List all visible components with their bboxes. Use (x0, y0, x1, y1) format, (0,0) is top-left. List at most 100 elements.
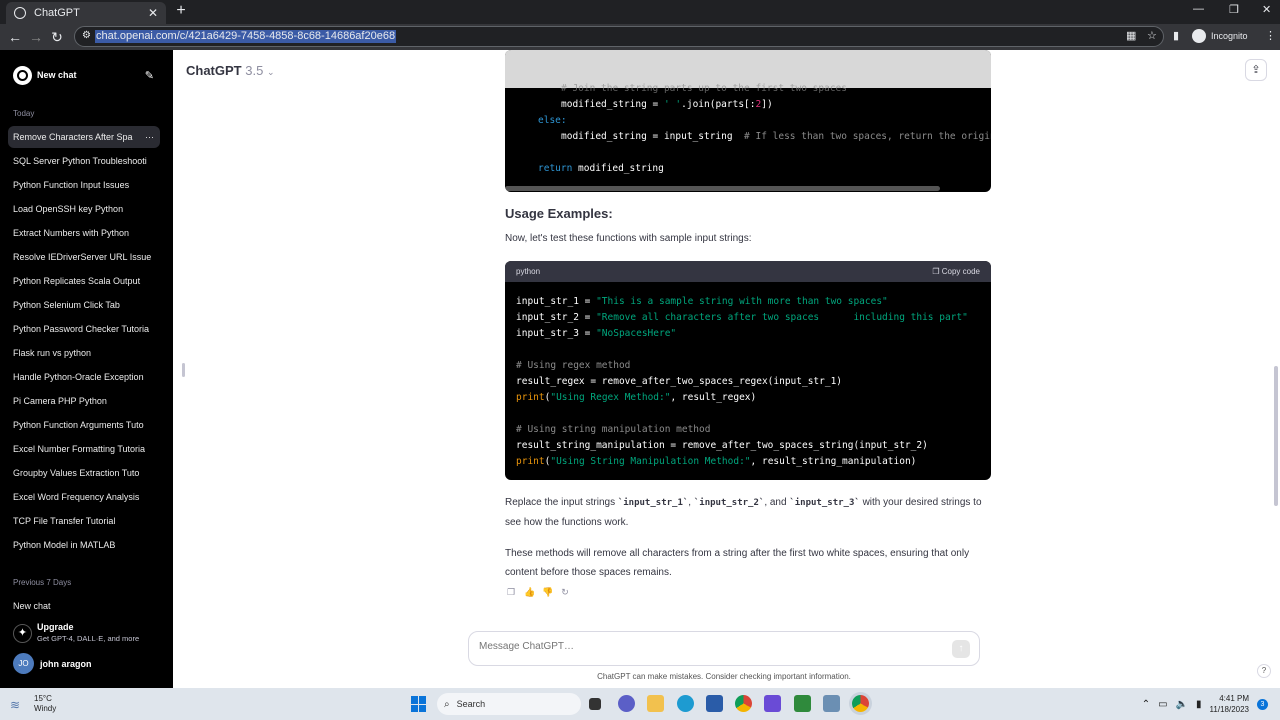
chatgpt-favicon-icon (14, 7, 26, 19)
sidebar-chat-item[interactable]: Python Selenium Click Tab (8, 294, 160, 316)
code-line: input_str_2 = "Remove all characters aft… (516, 312, 968, 323)
browser-menu-icon[interactable]: ⋮ (1265, 29, 1276, 42)
side-panel-icon[interactable]: ▮ (1173, 29, 1179, 42)
code-line: modified_string = input_string # If less… (561, 131, 991, 142)
thumbs-down-icon[interactable]: 👎 (542, 587, 553, 598)
app-icon[interactable] (794, 695, 811, 712)
paragraph: These methods will remove all characters… (505, 548, 970, 578)
reload-icon[interactable]: ↻ (48, 28, 66, 46)
code-line: print("Using Regex Method:", result_rege… (516, 392, 757, 403)
sidebar-chat-item[interactable]: Flask run vs python (8, 342, 160, 364)
code-line: else: (538, 115, 567, 126)
more-options-icon[interactable]: ··· (141, 126, 154, 148)
upgrade-title: Upgrade (37, 622, 74, 632)
bookmark-star-icon[interactable]: ☆ (1147, 29, 1157, 42)
message-input[interactable] (479, 641, 919, 652)
incognito-icon (1192, 29, 1206, 43)
windows-taskbar: ≋ 15°C Windy ⌕ Search ⌃ ▭ 🔈 ▮ 4:41 PM 11/1… (0, 688, 1280, 720)
clock[interactable]: 4:41 PM 11/18/2023 (1210, 693, 1249, 715)
regenerate-icon[interactable]: ↻ (560, 587, 570, 598)
send-button[interactable]: ↑ (952, 640, 970, 658)
address-bar[interactable]: ⚙ chat.openai.com/c/421a6429-7458-4858-8… (74, 26, 1164, 47)
model-selector[interactable]: ChatGPT 3.5 ⌄ (186, 63, 275, 78)
copy-icon[interactable]: ❐ (506, 587, 516, 598)
browser-tab-strip: ChatGPT ✕ + — ❐ ✕ (0, 0, 1280, 24)
sidebar-chat-item[interactable]: Groupby Values Extraction Tuto (8, 462, 160, 484)
chat-app-icon[interactable] (618, 695, 635, 712)
sidebar-chat-item[interactable]: Extract Numbers with Python (8, 222, 160, 244)
code-line: result_regex = remove_after_two_spaces_r… (516, 376, 843, 387)
sidebar-chat-item[interactable]: Python Function Input Issues (8, 174, 160, 196)
code-line: input_str_1 = "This is a sample string w… (516, 296, 888, 307)
help-button[interactable]: ? (1257, 664, 1271, 678)
new-chat-label: New chat (37, 70, 77, 80)
sidebar-chat-item[interactable]: New chat (8, 595, 160, 617)
page-scrollbar[interactable] (1274, 366, 1278, 506)
message-actions: ❐ 👍 👎 ↻ (506, 587, 578, 598)
system-tray: ⌃ ▭ 🔈 ▮ 4:41 PM 11/18/2023 3 (1142, 693, 1268, 715)
app-icon[interactable] (823, 695, 840, 712)
browser-tab[interactable]: ChatGPT ✕ (6, 2, 166, 24)
sidebar-chat-item[interactable]: Python Password Checker Tutoria (8, 318, 160, 340)
sidebar-chat-item[interactable]: Python Model in MATLAB (8, 534, 160, 556)
task-view-icon[interactable] (589, 698, 601, 710)
sparkle-icon: ✦ (13, 624, 32, 643)
new-tab-button[interactable]: + (172, 2, 190, 20)
notification-badge[interactable]: 3 (1257, 698, 1268, 710)
group-label-today: Today (13, 109, 35, 118)
chevron-up-icon[interactable]: ⌃ (1142, 699, 1150, 710)
restore-icon[interactable]: ❐ (1229, 3, 1239, 16)
user-menu[interactable]: JO john aragon (13, 653, 92, 674)
sidebar-chat-item[interactable]: TCP File Transfer Tutorial (8, 510, 160, 532)
sidebar-chat-item[interactable]: Load OpenSSH key Python (8, 198, 160, 220)
sidebar-chat-item[interactable]: Python Replicates Scala Output (8, 270, 160, 292)
sidebar-toggle-handle[interactable] (182, 363, 185, 377)
chrome-icon[interactable] (735, 695, 752, 712)
share-icon: ⇪ (1251, 64, 1261, 76)
sidebar-chat-item[interactable]: SQL Server Python Troubleshooti (8, 150, 160, 172)
code-header: python ❐ Copy code (505, 261, 991, 282)
store-icon[interactable] (706, 695, 723, 712)
sidebar-chat-item[interactable]: Excel Number Formatting Tutoria (8, 438, 160, 460)
edge-icon[interactable] (677, 695, 694, 712)
code-line: input_str_3 = "NoSpacesHere" (516, 328, 677, 339)
sidebar-chat-item[interactable]: Resolve IEDriverServer URL Issue (8, 246, 160, 268)
site-info-icon[interactable]: ⚙ (82, 30, 92, 42)
window-close-icon[interactable]: ✕ (1262, 3, 1271, 16)
tab-close-icon[interactable]: ✕ (148, 6, 158, 20)
start-button[interactable] (411, 696, 427, 712)
incognito-block-icon[interactable]: ▦ (1126, 29, 1136, 42)
horizontal-scrollbar[interactable] (505, 186, 940, 191)
minimize-icon[interactable]: — (1193, 3, 1204, 15)
back-icon[interactable]: ← (6, 28, 24, 46)
app-icon[interactable] (764, 695, 781, 712)
share-button[interactable]: ⇪ (1245, 59, 1267, 81)
openai-logo-icon (13, 65, 32, 85)
new-chat-button[interactable]: New chat ✎ (8, 64, 158, 86)
code-block: python ❐ Copy code input_str_1 = "This i… (505, 261, 991, 480)
copy-code-button[interactable]: ❐ Copy code (932, 267, 980, 276)
thumbs-up-icon[interactable]: 👍 (524, 587, 535, 598)
taskbar-search[interactable]: ⌕ Search (437, 693, 581, 715)
code-block: # Join the string parts up to the first … (505, 50, 991, 192)
compose-icon[interactable]: ✎ (145, 69, 154, 82)
incognito-indicator[interactable]: Incognito (1192, 29, 1248, 43)
sidebar-chat-item[interactable]: Excel Word Frequency Analysis (8, 486, 160, 508)
battery-icon[interactable]: ▮ (1196, 699, 1202, 710)
sidebar-chat-item[interactable]: Handle Python-Oracle Exception (8, 366, 160, 388)
sidebar-chat-item[interactable]: Remove Characters After Spa ··· (8, 126, 160, 148)
chrome-active-icon[interactable] (852, 695, 869, 712)
url-text[interactable]: chat.openai.com/c/421a6429-7458-4858-8c6… (95, 30, 397, 43)
network-icon[interactable]: ▭ (1158, 699, 1167, 710)
file-explorer-icon[interactable] (647, 695, 664, 712)
upgrade-subtitle: Get GPT-4, DALL·E, and more (37, 634, 140, 643)
upgrade-button[interactable]: ✦ Upgrade Get GPT-4, DALL·E, and more (13, 621, 163, 645)
volume-icon[interactable]: 🔈 (1176, 699, 1188, 710)
weather-widget[interactable]: ≋ 15°C Windy (10, 694, 56, 714)
code-line: print("Using String Manipulation Method:… (516, 456, 917, 467)
forward-icon[interactable]: → (27, 28, 45, 46)
sidebar-chat-item[interactable]: Python Function Arguments Tuto (8, 414, 160, 436)
sidebar-chat-item[interactable]: Pi Camera PHP Python (8, 390, 160, 412)
code-line: modified_string = ' '.join(parts[:2]) (561, 99, 773, 110)
chat-main: ChatGPT 3.5 ⌄ ⇪ # Join the string parts … (173, 50, 1280, 688)
